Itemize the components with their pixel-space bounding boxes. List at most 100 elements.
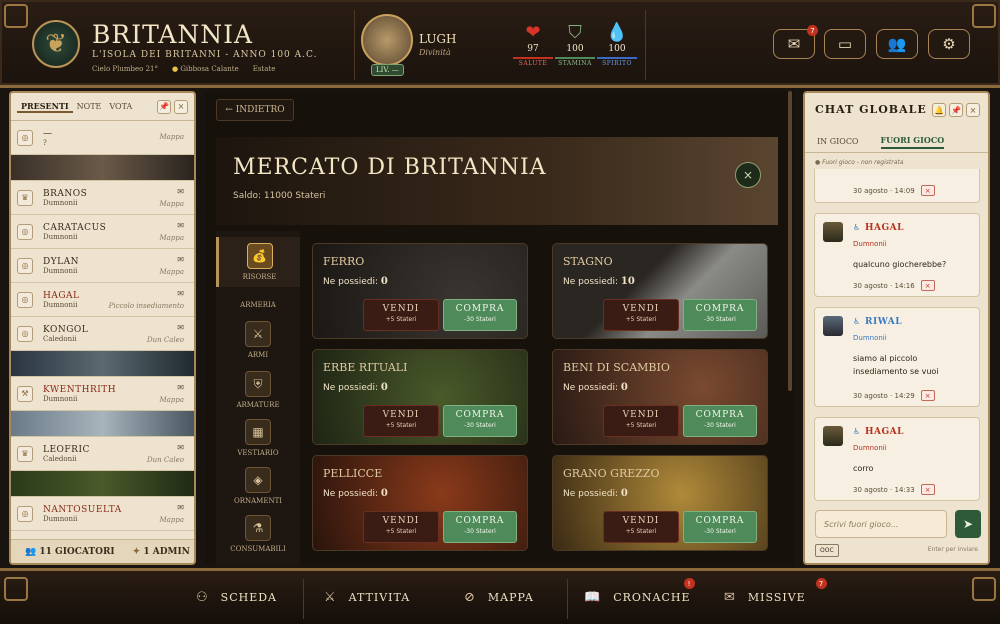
list-item[interactable]: ◎ KONGOL Caledonii ✉ Dun Caleo	[11, 317, 194, 351]
nav-scheda[interactable]: ⚇ SCHEDA	[196, 590, 277, 605]
delete-button[interactable]: ×	[920, 280, 935, 291]
delete-button[interactable]: ×	[920, 484, 935, 495]
player-row-location: Mappa	[159, 234, 184, 242]
mail-icon[interactable]: ✉	[177, 443, 184, 452]
buy-button[interactable]: COMPRA -30 Stateri	[683, 299, 757, 331]
players-button[interactable]: 👥	[876, 29, 918, 59]
player-row-location: Dun Caleo	[147, 456, 184, 464]
avatar	[823, 316, 843, 336]
category-armi[interactable]: ⚔ ARMI	[216, 321, 300, 359]
list-item[interactable]: ♛ LEOFRIC Caledonii ✉ Dun Caleo	[11, 437, 194, 471]
top-bar: ❦ BRITANNIA L'ISOLA DEI BRITANNI - ANNO …	[0, 0, 1000, 88]
sell-button[interactable]: VENDI +5 Stateri	[363, 405, 439, 437]
bell-icon: 🔔	[934, 105, 944, 115]
mail-icon[interactable]: ✉	[177, 323, 184, 332]
item-card-stagno: STAGNO Ne possiedi: 10 VENDI +5 Stateri C…	[552, 243, 768, 339]
tab-vota[interactable]: VOTA	[105, 102, 136, 111]
avatar[interactable]	[361, 14, 413, 66]
mail-badge: 7	[807, 25, 818, 36]
target-icon: ◎	[17, 505, 33, 522]
player-row-name: HAGAL	[43, 290, 80, 301]
category-ornamenti[interactable]: ◈ ORNAMENTI	[216, 467, 300, 505]
mail-icon[interactable]: ✉	[177, 289, 184, 298]
mail-icon[interactable]: ✉	[177, 383, 184, 392]
item-owned: Ne possiedi: 0	[563, 382, 628, 393]
ooc-toggle[interactable]: OOC	[815, 544, 839, 557]
buy-button[interactable]: COMPRA -30 Stateri	[443, 299, 517, 331]
sell-button[interactable]: VENDI +5 Stateri	[363, 511, 439, 543]
chat-message: ♿ HAGAL Dumnonii corro 30 agosto · 14:33…	[814, 417, 980, 501]
send-button[interactable]: ➤	[955, 510, 981, 538]
item-owned: Ne possiedi: 0	[323, 488, 388, 499]
sell-button[interactable]: VENDI +5 Stateri	[363, 299, 439, 331]
delete-button[interactable]: ×	[920, 390, 935, 401]
mail-icon[interactable]: ✉	[177, 187, 184, 196]
close-button[interactable]: ×	[174, 99, 188, 114]
nav-cronache[interactable]: 📖 CRONACHE !	[584, 578, 695, 605]
back-button[interactable]: ← INDIETRO	[216, 99, 294, 121]
list-item[interactable]: ◎ CARATACUS Dumnonii ✉ Mappa	[11, 215, 194, 249]
list-item[interactable]: ◎ —? Mappa	[11, 121, 194, 155]
nav-mappa[interactable]: ⊘ MAPPA	[464, 590, 534, 605]
mail-button[interactable]: ✉ 7	[773, 25, 818, 59]
buy-price: -30 Stateri	[464, 422, 496, 429]
buy-button[interactable]: COMPRA -30 Stateri	[683, 511, 757, 543]
corner-ornament	[972, 4, 996, 28]
tab-fuori-gioco[interactable]: FUORI GIOCO	[880, 135, 945, 149]
target-icon: ◎	[17, 223, 33, 240]
item-card-grano-grezzo: GRANO GREZZO Ne possiedi: 0 VENDI +5 Stat…	[552, 455, 768, 551]
buy-label: COMPRA	[455, 516, 505, 526]
chat-bubble-icon: ▭	[837, 35, 853, 53]
player-row-name: LEOFRIC	[43, 444, 90, 455]
chat-button[interactable]: ▭	[824, 29, 866, 59]
tree-logo-icon[interactable]: ❦	[32, 20, 80, 68]
settings-button[interactable]: ⚙	[928, 29, 970, 59]
mail-icon[interactable]: ✉	[177, 503, 184, 512]
close-button[interactable]: ×	[966, 103, 980, 117]
tab-presenti[interactable]: PRESENTI	[17, 101, 73, 113]
send-icon: ➤	[962, 517, 974, 531]
tab-in-gioco[interactable]: IN GIOCO	[817, 137, 859, 146]
star-icon: ✦	[132, 546, 141, 557]
bell-button[interactable]: 🔔	[932, 103, 946, 117]
pin-button[interactable]: 📌	[157, 99, 171, 114]
nav-missive[interactable]: ✉ MISSIVE 7	[724, 578, 827, 605]
list-item[interactable]: ◎ NANTOSUELTA Dumnonii ✉ Mappa	[11, 497, 194, 531]
list-item[interactable]: ♛ BRANOS Dumnonii ✉ Mappa	[11, 181, 194, 215]
players-count-label: 11 GIOCATORI	[39, 546, 115, 557]
mail-icon[interactable]: ✉	[177, 221, 184, 230]
list-item[interactable]: ◎ HAGAL Dumnonii ✉ Piccolo insediamento	[11, 283, 194, 317]
sell-label: VENDI	[382, 516, 420, 526]
message-text: qualcuno giocherebbe?	[853, 260, 947, 269]
tab-note[interactable]: NOTE	[73, 102, 106, 111]
mail-icon[interactable]: ✉	[177, 255, 184, 264]
delete-button[interactable]: ×	[920, 185, 935, 196]
buy-price: -30 Stateri	[704, 316, 736, 323]
chat-input[interactable]: Scrivi fuori gioco...	[815, 510, 947, 538]
corner-ornament	[972, 577, 996, 601]
item-owned: Ne possiedi: 0	[323, 382, 388, 393]
buy-button[interactable]: COMPRA -30 Stateri	[443, 511, 517, 543]
list-item[interactable]: ◎ DYLAN Dumnonii ✉ Mappa	[11, 249, 194, 283]
buy-button[interactable]: COMPRA -30 Stateri	[683, 405, 757, 437]
list-item[interactable]: ⚒ KWENTHRITH Dumnonii ✉ Mappa	[11, 377, 194, 411]
close-market-button[interactable]: ×	[735, 162, 761, 188]
category-risorse[interactable]: 💰 RISORSE	[216, 237, 300, 287]
buy-button[interactable]: COMPRA -30 Stateri	[443, 405, 517, 437]
item-name: PELLICCE	[323, 467, 383, 480]
category-consumabili[interactable]: ⚗ CONSUMABILI	[216, 515, 300, 553]
sell-button[interactable]: VENDI +5 Stateri	[603, 299, 679, 331]
scrollbar[interactable]	[788, 91, 792, 391]
owned-value: 0	[380, 488, 388, 499]
player-row-name: BRANOS	[43, 188, 88, 199]
player-row-name: NANTOSUELTA	[43, 504, 122, 515]
sell-button[interactable]: VENDI +5 Stateri	[603, 511, 679, 543]
player-row-location: Mappa	[159, 200, 184, 208]
category-vestiario[interactable]: ▦ VESTIARIO	[216, 419, 300, 457]
message-author: RIWAL	[865, 317, 903, 327]
stat-value: 100	[566, 44, 584, 54]
nav-attivita[interactable]: ⚔ ATTIVITA	[324, 590, 410, 605]
category-armature[interactable]: ⛨ ARMATURE	[216, 371, 300, 409]
pin-button[interactable]: 📌	[949, 103, 963, 117]
sell-button[interactable]: VENDI +5 Stateri	[603, 405, 679, 437]
